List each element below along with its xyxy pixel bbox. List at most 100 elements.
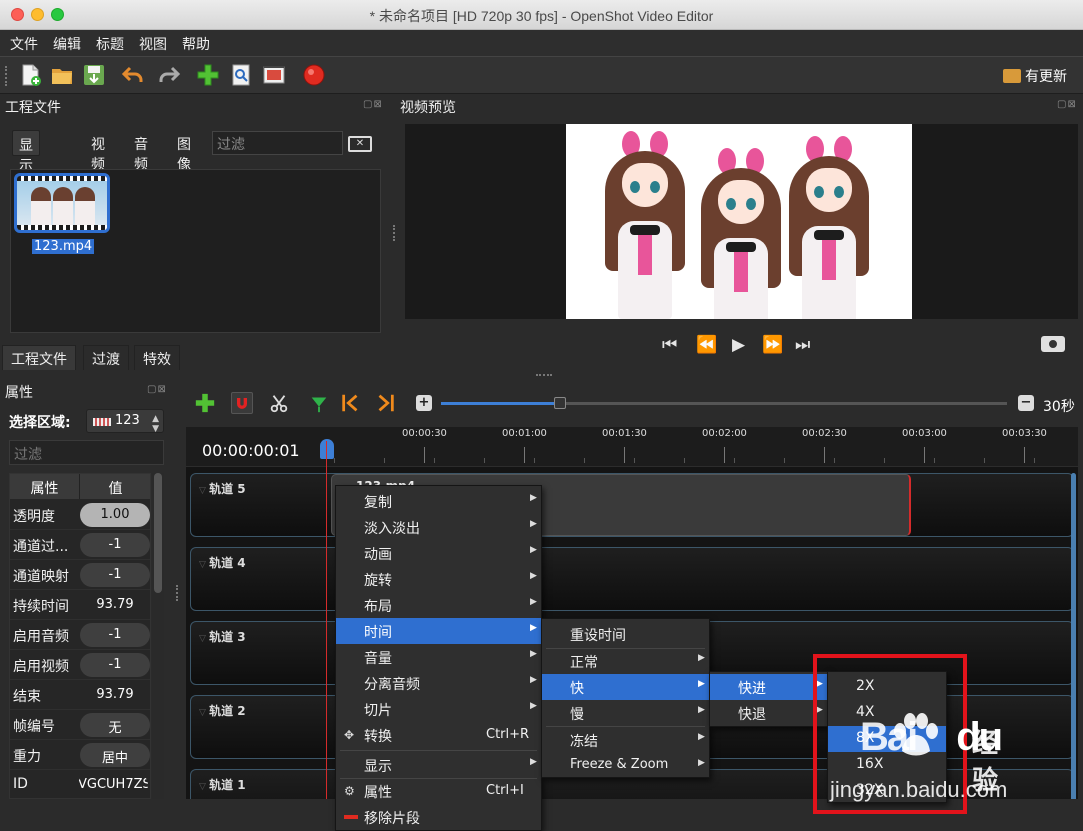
camera-icon[interactable] [1041, 336, 1065, 352]
ruler-tick-label: 00:03:30 [1002, 428, 1047, 439]
filter-audio[interactable]: 音频 [128, 130, 154, 173]
menu-item-fast-forward[interactable]: 快进 ▶ [710, 674, 828, 700]
timeline-scrollbar[interactable] [1071, 473, 1076, 799]
table-row[interactable]: 重力 居中 [10, 740, 150, 770]
video-preview-canvas[interactable] [405, 124, 1078, 319]
table-row[interactable]: 启用音频 -1 [10, 620, 150, 650]
menu-item-slow[interactable]: 慢 ▶ [542, 700, 709, 726]
redo-icon[interactable] [157, 63, 181, 87]
dock-float-close-icon[interactable] [1057, 99, 1079, 109]
clear-filter-icon[interactable]: ✕ [348, 136, 372, 152]
fullscreen-icon[interactable] [262, 63, 286, 87]
fast-forward-icon[interactable]: ⏩ [762, 335, 783, 355]
playhead-handle[interactable] [320, 439, 334, 459]
add-track-icon[interactable] [194, 392, 216, 414]
project-files-list[interactable]: 123.mp4 [10, 169, 381, 333]
menu-item-time[interactable]: 时间 ▶ [336, 618, 541, 644]
menu-item-transform[interactable]: ✥ 转换 Ctrl+R [336, 722, 541, 748]
properties-scrollbar[interactable] [152, 473, 164, 799]
column-header-value[interactable]: 值 [80, 474, 150, 499]
track-4[interactable]: 轨道 4 [190, 547, 1074, 611]
choose-profile-icon[interactable] [229, 63, 253, 87]
menu-item-remove-clip[interactable]: 移除片段 [336, 804, 541, 830]
zoom-out-icon[interactable]: − [1018, 395, 1034, 411]
filter-image[interactable]: 图像 [171, 130, 197, 173]
play-icon[interactable]: ▶ [732, 335, 745, 355]
tab-transitions[interactable]: 过渡 [83, 345, 129, 370]
menu-item-normal[interactable]: 正常 ▶ [542, 648, 709, 674]
properties-filter-input[interactable]: 过滤 [9, 440, 164, 465]
toolbar-grip[interactable] [5, 66, 9, 86]
table-row[interactable]: 透明度 1.00 [10, 500, 150, 530]
menu-view[interactable]: 视图 [129, 30, 172, 54]
undo-icon[interactable] [121, 63, 145, 87]
file-thumbnail[interactable] [14, 173, 110, 233]
table-row[interactable]: 通道过... -1 [10, 530, 150, 560]
menu-item-display[interactable]: 显示 ▶ [336, 752, 541, 778]
rewind-icon[interactable]: ⏪ [696, 335, 717, 355]
menu-title[interactable]: 标题 [86, 30, 129, 54]
dock-float-close-icon[interactable] [363, 99, 385, 109]
splitter-handle[interactable] [176, 585, 178, 601]
project-filter-input[interactable]: 过滤 [212, 131, 343, 155]
menu-item-properties[interactable]: ⚙ 属性 Ctrl+I [336, 778, 541, 804]
next-marker-icon[interactable] [374, 392, 396, 414]
menu-item-separate-audio[interactable]: 分离音频 ▶ [336, 670, 541, 696]
previous-marker-icon[interactable] [340, 392, 362, 414]
track-5[interactable]: 轨道 5 123.mp4 [190, 473, 1074, 537]
menu-item-copy[interactable]: 复制 ▶ [336, 488, 541, 514]
menu-item-freeze-zoom[interactable]: Freeze & Zoom ▶ [542, 753, 709, 779]
menu-item-layout[interactable]: 布局 ▶ [336, 592, 541, 618]
jump-to-start-icon[interactable]: ⏮ [662, 335, 677, 355]
jump-to-end-icon[interactable]: ⏭ [795, 335, 810, 355]
table-row[interactable]: 启用视频 -1 [10, 650, 150, 680]
new-project-icon[interactable] [18, 63, 42, 87]
time-submenu: 重设时间 正常 ▶ 快 ▶ 慢 ▶ 冻结 ▶ Freeze & Zoom ▶ [541, 618, 710, 778]
file-name-label[interactable]: 123.mp4 [32, 239, 95, 254]
menu-edit[interactable]: 编辑 [43, 30, 86, 54]
import-files-icon[interactable] [196, 63, 220, 87]
menu-item-volume[interactable]: 音量 ▶ [336, 644, 541, 670]
snapping-magnet-icon[interactable] [231, 392, 253, 414]
character-figure [784, 134, 874, 319]
scrollbar-thumb[interactable] [154, 473, 162, 593]
table-row[interactable]: 持续时间 93.79 [10, 590, 150, 620]
zoom-in-icon[interactable]: + [416, 395, 432, 411]
menu-help[interactable]: 帮助 [172, 30, 215, 54]
save-project-icon[interactable] [82, 63, 106, 87]
table-row[interactable]: 结束 93.79 [10, 680, 150, 710]
menu-item-fast[interactable]: 快 ▶ [542, 674, 709, 700]
menu-item-slice[interactable]: 切片 ▶ [336, 696, 541, 722]
menu-item-fade[interactable]: 淡入淡出 ▶ [336, 514, 541, 540]
ruler-minor-tick [784, 458, 785, 463]
table-row[interactable]: ID VGCUH7ZS [10, 770, 150, 798]
splitter-handle[interactable] [536, 374, 552, 376]
filter-show-all[interactable]: 显示全部 [12, 130, 40, 214]
menu-item-fast-rewind[interactable]: 快退 ▶ [710, 700, 828, 726]
track-label: 轨道 5 [199, 480, 246, 497]
export-video-icon[interactable] [302, 63, 326, 87]
splitter-handle[interactable] [393, 225, 395, 241]
selection-dropdown[interactable]: 123 ▲ ▼ [86, 409, 164, 434]
menu-item-freeze[interactable]: 冻结 ▶ [542, 727, 709, 753]
open-project-icon[interactable] [50, 63, 74, 87]
menu-item-animate[interactable]: 动画 ▶ [336, 540, 541, 566]
tab-project-files[interactable]: 工程文件 [2, 345, 76, 370]
timeline-zoom-slider[interactable] [441, 397, 1007, 409]
column-header-property[interactable]: 属性 [10, 474, 80, 499]
zoom-slider-handle[interactable] [553, 397, 566, 409]
razor-scissors-icon[interactable] [268, 392, 290, 414]
table-row[interactable]: 帧编号无 [10, 710, 150, 740]
menu-item-rotate[interactable]: 旋转 ▶ [336, 566, 541, 592]
table-row[interactable]: 通道映射 -1 [10, 560, 150, 590]
dock-float-close-icon[interactable] [147, 384, 169, 394]
tab-effects[interactable]: 特效 [134, 345, 180, 370]
zoom-level-label: 30秒 [1043, 399, 1075, 415]
update-available-indicator[interactable]: 有更新 [1003, 66, 1067, 86]
add-marker-icon[interactable] [308, 392, 330, 414]
playhead-line[interactable] [326, 441, 327, 799]
filter-video[interactable]: 视频 [85, 130, 111, 173]
menu-file[interactable]: 文件 [0, 30, 43, 54]
current-timecode: 00:00:00:01 [202, 441, 300, 460]
menu-item-reset-time[interactable]: 重设时间 [542, 621, 709, 647]
